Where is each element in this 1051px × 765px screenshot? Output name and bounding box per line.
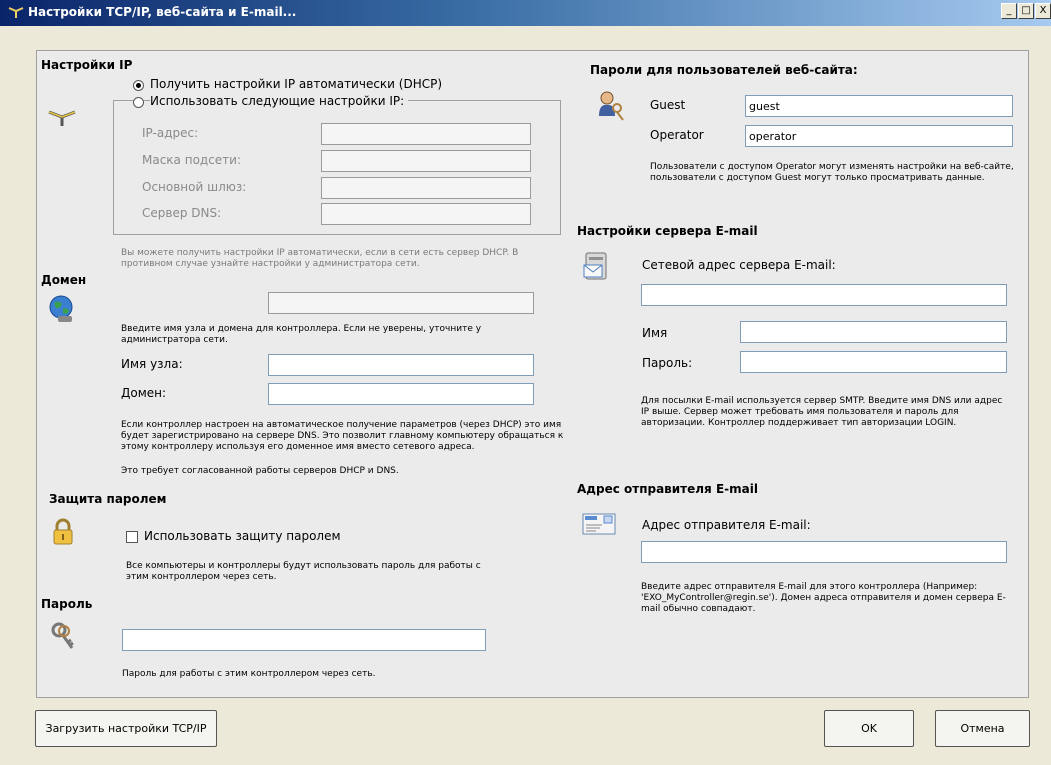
gateway-input[interactable]	[321, 177, 531, 199]
ip-settings-heading: Настройки IP	[41, 58, 133, 72]
email-server-note: Для посылки E-mail используется сервер S…	[641, 396, 1003, 428]
sender-address-label: Адрес отправителя E-mail:	[642, 518, 811, 532]
network-icon	[8, 7, 24, 18]
web-passwords-heading: Пароли для пользователей веб-сайта:	[590, 63, 858, 77]
dhcp-radio[interactable]	[133, 80, 144, 91]
static-ip-radio[interactable]	[133, 97, 144, 108]
email-server-icon	[583, 252, 607, 280]
email-username-input[interactable]	[740, 321, 1007, 343]
padlock-icon	[53, 518, 73, 545]
sender-address-input[interactable]	[641, 541, 1007, 563]
ok-button[interactable]: OK	[824, 710, 914, 747]
window-title: Настройки TCP/IP, веб-сайта и E-mail...	[28, 5, 297, 19]
cancel-button[interactable]: Отмена	[935, 710, 1030, 747]
domain-heading: Домен	[41, 273, 87, 287]
full-domain-name-display	[268, 292, 534, 314]
subnet-mask-input[interactable]	[321, 150, 531, 172]
minimize-button[interactable]: _	[1001, 3, 1017, 19]
dns-registration-note: Если контроллер настроен на автоматическ…	[121, 420, 564, 452]
users-icon	[599, 91, 624, 121]
host-name-input[interactable]	[268, 354, 534, 376]
gateway-label: Основной шлюз:	[142, 180, 247, 194]
use-password-checkbox-label: Использовать защиту паролем	[144, 529, 341, 543]
globe-icon	[49, 295, 73, 322]
window-controls: _ □ X	[1000, 3, 1051, 19]
email-server-address-label: Сетевой адрес сервера E-mail:	[642, 258, 836, 272]
load-tcpip-settings-button[interactable]: Загрузить настройки TCP/IP	[35, 710, 217, 747]
ip-address-label: IP-адрес:	[142, 126, 199, 140]
guest-label: Guest	[650, 98, 686, 112]
domain-label: Домен:	[121, 386, 167, 400]
password-protection-note: Все компьютеры и контроллеры будут испол…	[126, 561, 481, 582]
ip-address-input[interactable]	[321, 123, 531, 145]
sender-note: Введите адрес отправителя E-mail для это…	[641, 582, 1006, 614]
guest-password-input[interactable]	[745, 95, 1013, 117]
network-icon	[48, 110, 76, 126]
host-name-label: Имя узла:	[121, 357, 183, 371]
password-note: Пароль для работы с этим контроллером че…	[122, 669, 376, 679]
email-username-label: Имя	[642, 326, 668, 340]
password-protection-heading: Защита паролем	[49, 492, 167, 506]
email-server-heading: Настройки сервера E-mail	[577, 224, 758, 238]
password-input[interactable]	[122, 629, 486, 651]
maximize-button[interactable]: □	[1018, 3, 1034, 19]
domain-input[interactable]	[268, 383, 534, 405]
dns-server-input[interactable]	[321, 203, 531, 225]
email-password-label: Пароль:	[642, 356, 693, 370]
web-passwords-note: Пользователи с доступом Operator могут и…	[650, 162, 1014, 183]
static-ip-radio-label: Использовать следующие настройки IP:	[150, 94, 409, 108]
subnet-mask-label: Маска подсети:	[142, 153, 242, 167]
dhcp-dns-note: Это требует согласованной работы серверо…	[121, 466, 399, 476]
keys-icon	[51, 622, 74, 649]
domain-note: Введите имя узла и домена для контроллер…	[121, 324, 482, 345]
sender-heading: Адрес отправителя E-mail	[577, 482, 758, 496]
operator-label: Operator	[650, 128, 704, 142]
use-password-checkbox[interactable]	[126, 531, 138, 543]
envelope-icon	[582, 513, 616, 535]
email-server-address-input[interactable]	[641, 284, 1007, 306]
email-password-input[interactable]	[740, 351, 1007, 373]
password-heading: Пароль	[41, 597, 93, 611]
close-button[interactable]: X	[1035, 3, 1051, 19]
ip-note: Вы можете получить настройки IP автомати…	[121, 248, 519, 269]
dhcp-radio-label: Получить настройки IP автоматически (DHC…	[150, 77, 443, 91]
operator-password-input[interactable]	[745, 125, 1013, 147]
dns-server-label: Сервер DNS:	[142, 206, 222, 220]
